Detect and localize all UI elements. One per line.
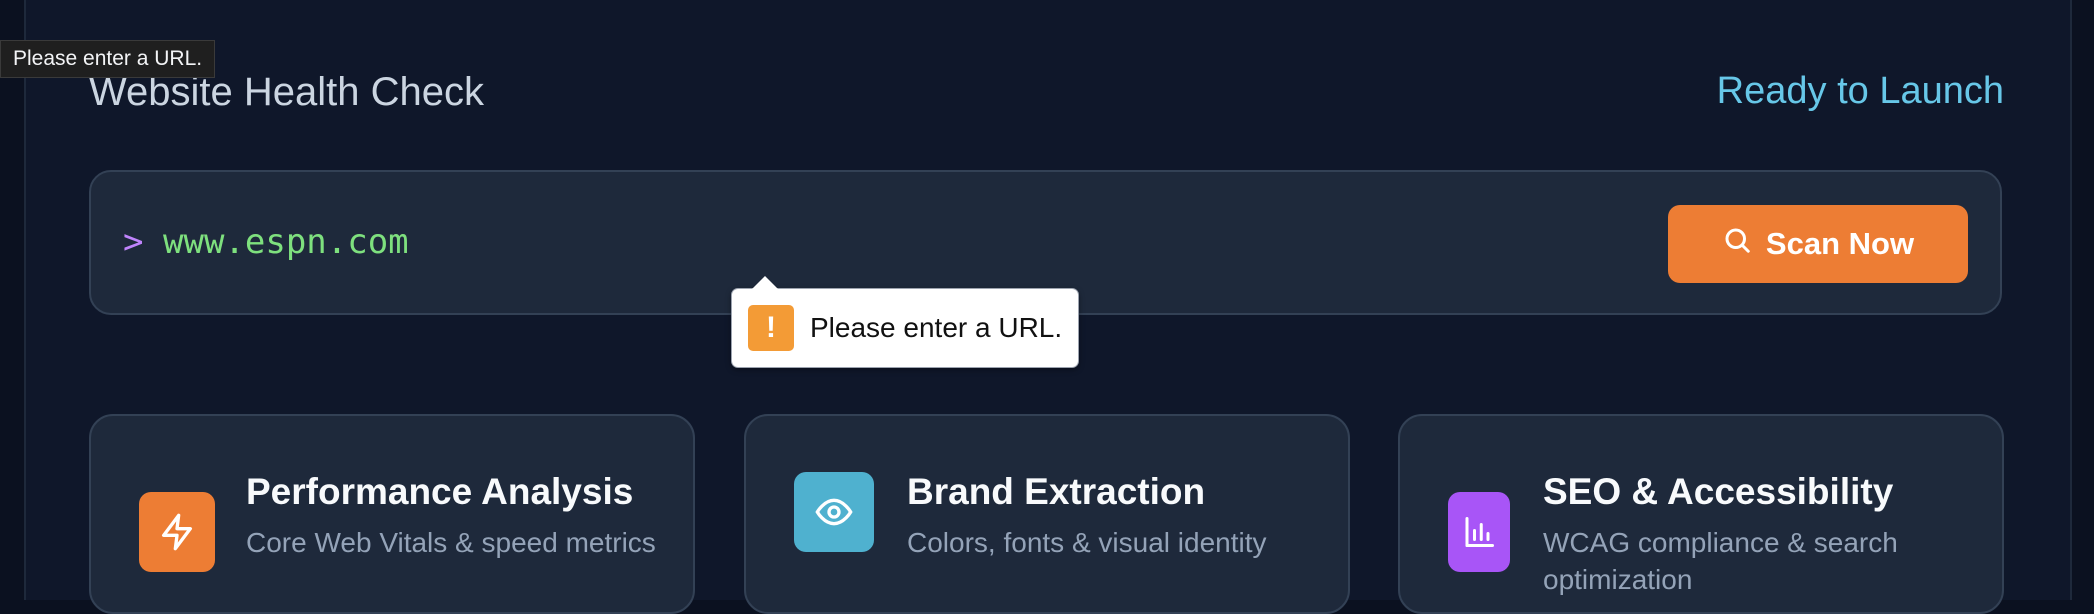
feature-card-seo[interactable]: SEO & Accessibility WCAG compliance & se… <box>1398 414 2004 614</box>
warning-icon: ! <box>748 305 794 351</box>
scan-now-label: Scan Now <box>1765 226 1915 261</box>
feature-description: WCAG compliance & search optimization <box>1543 527 1898 595</box>
bar-chart-icon <box>1448 492 1510 572</box>
feature-title: Brand Extraction <box>907 471 1206 512</box>
search-icon <box>1722 225 1752 263</box>
feature-title: SEO & Accessibility <box>1543 471 1894 512</box>
validation-popup: ! Please enter a URL. <box>731 276 1079 368</box>
browser-tooltip: Please enter a URL. <box>0 40 216 78</box>
lightning-icon <box>139 492 215 572</box>
status-text: Ready to Launch <box>1716 70 2004 112</box>
feature-description: Colors, fonts & visual identity <box>907 527 1267 558</box>
feature-card-performance[interactable]: Performance Analysis Core Web Vitals & s… <box>89 414 695 614</box>
popup-arrow <box>752 276 778 289</box>
validation-message: Please enter a URL. <box>810 312 1063 343</box>
feature-card-brand[interactable]: Brand Extraction Colors, fonts & visual … <box>744 414 1350 614</box>
scan-now-button[interactable]: Scan Now <box>1668 205 1968 283</box>
prompt-symbol: > <box>123 222 144 262</box>
eye-icon <box>794 472 874 552</box>
feature-title: Performance Analysis <box>246 471 634 512</box>
feature-description: Core Web Vitals & speed metrics <box>246 527 656 558</box>
url-input[interactable] <box>163 212 1163 272</box>
